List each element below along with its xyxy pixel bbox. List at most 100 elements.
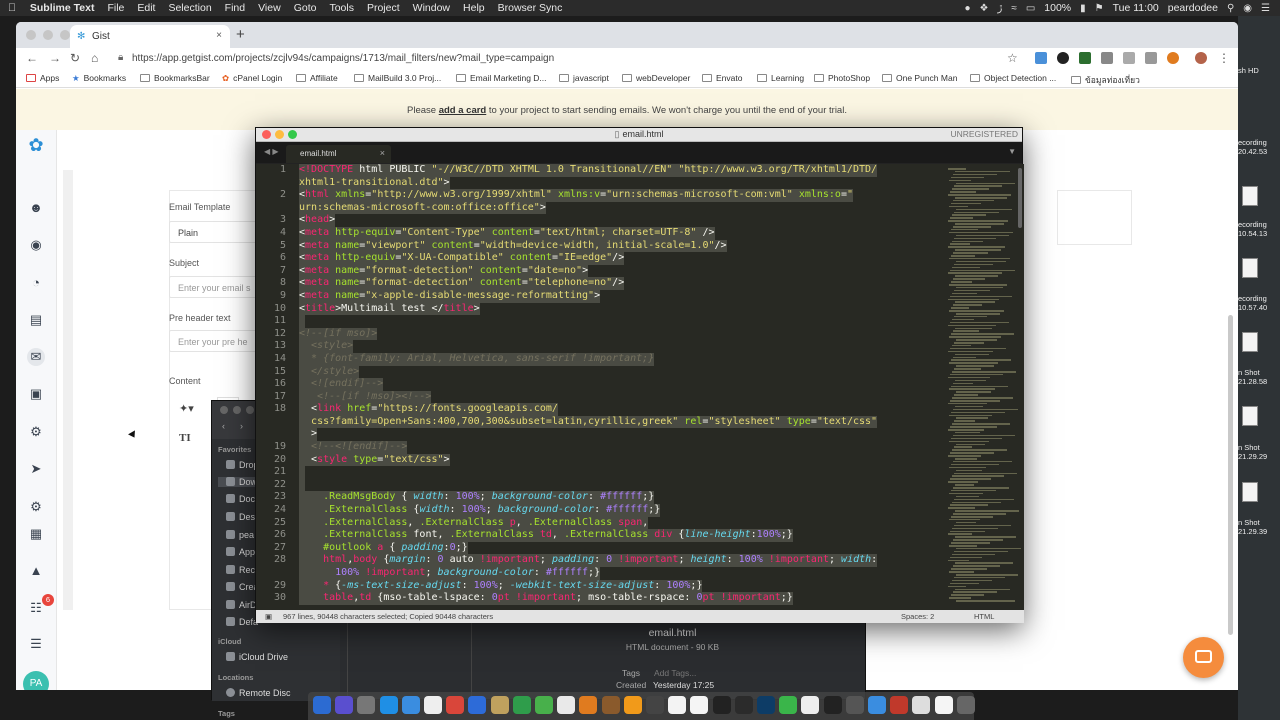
dock-app-icon[interactable] [424,696,442,714]
bookmark-folder[interactable]: PhotoShop [814,73,870,83]
automation-icon[interactable]: ⚙ [27,423,45,441]
sidebar-item[interactable]: App [226,547,255,557]
editor-zoom-button[interactable] [288,130,297,139]
code-line[interactable]: .ExternalClass, .ExternalClass p, .Exter… [299,516,649,530]
magic-wand-icon[interactable]: ✦▾ [179,402,194,415]
url-field[interactable]: 🔒︎ https://app.getgist.com/projects/zcjl… [116,49,1021,69]
code-area[interactable]: 1 2 3 4 5 6 7 8 9 10 11 12 13 14 15 16 17 18 19 20 21 22 23… [256,164,1024,610]
sidebar-item[interactable]: Defa [226,617,258,627]
close-window-button[interactable] [26,30,36,40]
star-icon[interactable]: ☆ [1007,51,1018,65]
siri-icon[interactable]: ◉ [1243,3,1252,14]
code-line[interactable]: <html xmlns="http://www.w3.org/1999/xhtm… [299,189,854,202]
sidebar-item[interactable]: pea [226,530,254,540]
megaphone-icon[interactable]: ▲ [27,562,45,580]
dock-app-icon[interactable] [890,696,909,714]
record-icon[interactable]: ● [964,3,970,14]
minimize-window-button[interactable] [43,30,53,40]
dropbox-icon[interactable]: ❖ [980,3,989,14]
code-line[interactable] [299,466,306,479]
close-tab-icon[interactable]: × [216,30,222,41]
bookmark-folder[interactable]: BookmarksBar [140,73,210,83]
code-line[interactable]: <title>Multimail test </title> [299,302,480,316]
dock-app-icon[interactable] [757,696,775,714]
code-line[interactable]: <!DOCTYPE html PUBLIC "-//W3C//DTD XHTML… [299,164,878,177]
chat-launcher-button[interactable] [1183,637,1224,678]
dock-app-icon[interactable] [379,696,398,714]
code-line[interactable]: <meta name="format-detection" content="t… [299,277,625,290]
menu-project[interactable]: Project [367,2,400,14]
menu-find[interactable]: Find [225,2,245,14]
code-line[interactable]: .ReadMsgBody { width: 100%; background-c… [299,491,655,505]
desktop-file[interactable]: n Shot 21.29.29 [1238,443,1280,461]
desktop-file[interactable] [1238,482,1280,504]
battery-percent[interactable]: 100% [1044,2,1071,14]
dock-app-icon[interactable] [712,696,731,714]
code-lines[interactable]: <!DOCTYPE html PUBLIC "-//W3C//DTD XHTML… [299,164,939,605]
dock-app-icon[interactable] [779,696,798,714]
dock-app-icon[interactable] [690,696,709,714]
cursor-icon[interactable]: ➤ [27,460,45,478]
code-line[interactable]: <![endif]--> [299,378,384,391]
code-line[interactable]: <style type="text/css"> [299,453,450,467]
dock-app-icon[interactable] [912,696,931,714]
avatar[interactable]: PA [23,671,49,690]
code-line[interactable]: html,body {margin: 0 auto !important; pa… [299,554,878,567]
menu-browser-sync[interactable]: Browser Sync [498,2,563,14]
code-line[interactable] [299,315,306,328]
extension-icon[interactable] [1079,52,1091,64]
code-line[interactable]: <!--[if !mso]><!--> [299,390,432,404]
sidebar-item[interactable]: AirD [226,600,257,610]
sidebar-item[interactable]: Rec [226,565,255,575]
add-tags-field[interactable]: Add Tags... [654,668,696,678]
code-line[interactable]: * {font-family: Arial, Helvetica, sans-s… [299,352,655,366]
calendar-icon[interactable]: ▦ [27,525,45,543]
dock-app-icon[interactable] [401,696,420,714]
right-scrollbar[interactable] [1228,315,1233,635]
desktop-file[interactable] [1238,186,1280,208]
dock-app-icon[interactable] [623,696,642,714]
dock-app-icon[interactable] [668,696,687,714]
code-line[interactable]: <!--[if mso]> [299,327,378,341]
notification-center-icon[interactable]: ☰ [1261,3,1270,14]
desktop-file[interactable]: n Shot 21.28.58 [1238,368,1280,386]
editor-close-button[interactable] [262,130,271,139]
desktop-file[interactable] [1238,332,1280,354]
dock-app-icon[interactable] [601,696,620,714]
code-line[interactable]: 100% !important; background-color: #ffff… [299,567,601,580]
dock-app-icon[interactable] [579,696,598,714]
dock-app-icon[interactable] [535,696,553,714]
bookmark-folder[interactable]: Affiliate [296,73,338,83]
extension-icon[interactable] [1035,52,1047,64]
clock-icon[interactable]: ◔ [27,274,45,292]
forms-icon[interactable]: ▤ [27,311,45,329]
people-icon[interactable]: ☻ [27,199,45,217]
bookmark-folder[interactable]: Email Marketing D... [456,73,547,83]
menu-edit[interactable]: Edit [137,2,155,14]
menu-tools[interactable]: Tools [329,2,354,14]
email-icon[interactable]: ✉ [27,348,45,366]
dock-app-icon[interactable] [956,696,975,714]
airplay-icon[interactable]: ▭ [1026,3,1035,14]
bookmark-folder[interactable]: ข้อมูลท่องเที่ยว [1071,73,1140,87]
code-line[interactable]: <meta name="x-apple-disable-message-refo… [299,289,601,303]
add-card-link[interactable]: add a card [439,105,487,116]
code-line[interactable]: <link href="https://fonts.googleapis.com… [299,403,558,416]
dock-app-icon[interactable] [468,696,487,714]
menu-goto[interactable]: Goto [294,2,317,14]
dock-app-icon[interactable] [512,696,531,714]
menu-view[interactable]: View [258,2,281,14]
desktop-file[interactable] [1238,406,1280,428]
status-indentation[interactable]: Spaces: 2 [901,612,934,621]
browser-tab[interactable]: ✻ Gist × [70,25,230,48]
dock-app-icon[interactable] [801,696,820,714]
dock-app-icon[interactable] [845,696,864,714]
forward-icon[interactable]: → [49,51,61,65]
code-line[interactable]: <meta http-equiv="X-UA-Compatible" conte… [299,252,625,265]
code-line[interactable]: .ExternalClass font, .ExternalClass td, … [299,529,793,542]
sidebar-item[interactable]: Drop [226,460,259,470]
chat-icon[interactable]: ◉ [27,236,45,254]
app-menu-name[interactable]: Sublime Text [30,2,95,14]
editor-minimize-button[interactable] [275,130,284,139]
code-line[interactable]: * {-ms-text-size-adjust: 100%; -webkit-t… [299,579,703,593]
